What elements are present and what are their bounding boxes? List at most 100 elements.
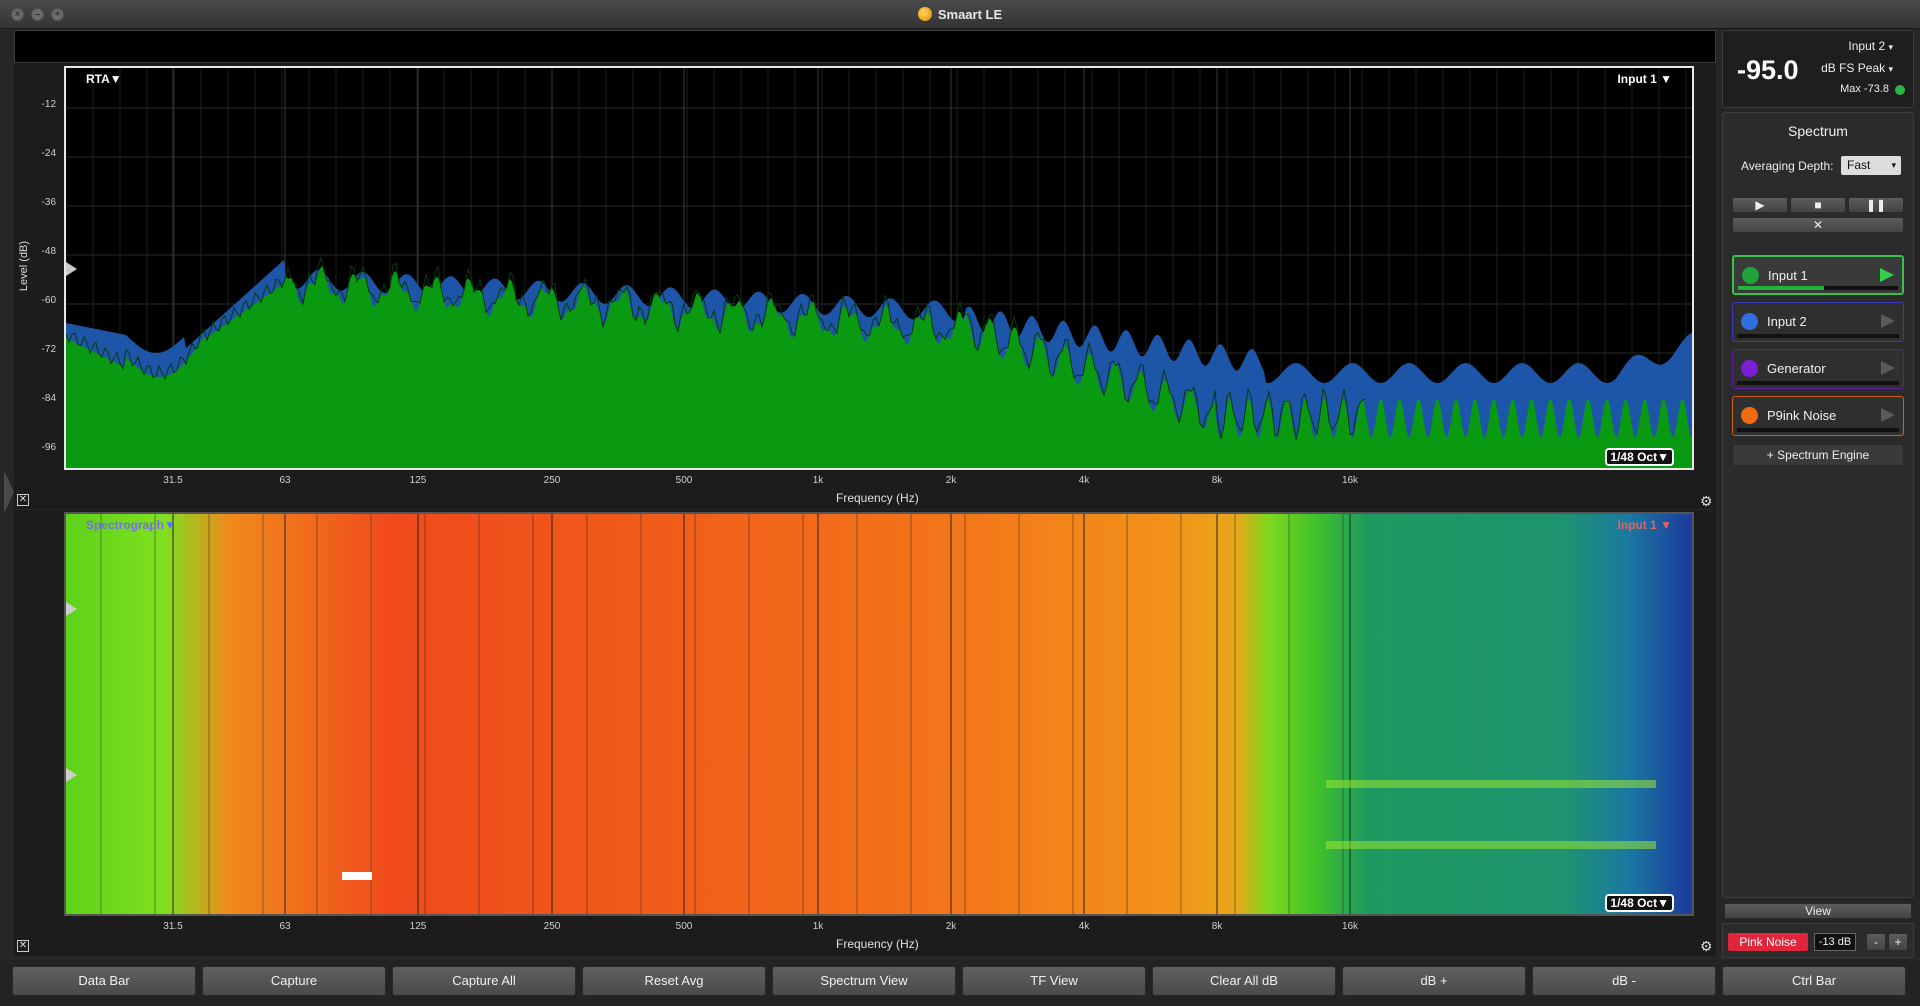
pause-button[interactable]: ❚❚: [1848, 197, 1904, 213]
channel-input-2[interactable]: Input 2: [1732, 302, 1904, 342]
toolbar-button-data-bar[interactable]: Data Bar: [12, 966, 196, 996]
x-tick-label: 31.5: [163, 475, 183, 486]
channel-input-1[interactable]: Input 1: [1732, 255, 1904, 295]
tools-button[interactable]: ✕: [1732, 217, 1904, 233]
x-tick-label: 2k: [945, 475, 957, 486]
channel-color-icon: [1741, 313, 1758, 330]
toolbar-button-db[interactable]: dB +: [1342, 966, 1526, 996]
channel-level-meter: [1737, 381, 1899, 385]
rta-resolution-dropdown[interactable]: 1/48 Oct▼: [1605, 448, 1674, 466]
channel-color-icon: [1742, 267, 1759, 284]
channel-pink-noise[interactable]: P9ink Noise: [1732, 396, 1904, 436]
x-tick-label: 125: [409, 475, 427, 486]
x-tick-label: 8k: [1211, 921, 1223, 932]
view-button[interactable]: View: [1724, 903, 1912, 919]
toolbar-button-spectrum-view[interactable]: Spectrum View: [772, 966, 956, 996]
meter-value: -95.0: [1737, 55, 1799, 85]
toolbar-button-clear-all-db[interactable]: Clear All dB: [1152, 966, 1336, 996]
meter-input-dropdown[interactable]: Input 2 ▾: [1848, 39, 1893, 53]
spectrograph-upper-handle[interactable]: [66, 602, 77, 616]
y-tick-label: -24: [41, 148, 56, 159]
pink-noise-button[interactable]: Pink Noise: [1728, 933, 1808, 951]
smaart-logo-icon: [917, 7, 932, 21]
stop-button[interactable]: ■: [1790, 197, 1846, 213]
spectrograph-lower-handle[interactable]: [66, 768, 77, 782]
rta-input-dropdown[interactable]: Input 1 ▼: [1617, 72, 1672, 86]
spectrograph-band: [1326, 841, 1656, 849]
averaging-depth-select[interactable]: Fast ▾: [1841, 156, 1901, 175]
play-channel-icon[interactable]: [1881, 361, 1895, 375]
x-tick-label: 4k: [1078, 475, 1090, 486]
channel-level-meter: [1738, 286, 1898, 290]
spectrograph-heatmap: [66, 514, 1692, 914]
x-tick-label: 4k: [1078, 921, 1090, 932]
toolbar-button-tf-view[interactable]: TF View: [962, 966, 1146, 996]
play-channel-icon[interactable]: [1881, 408, 1895, 422]
y-tick-label: -48: [41, 246, 56, 257]
y-tick-label: -60: [41, 295, 56, 306]
channel-level-meter: [1737, 334, 1899, 338]
x-tick-label: 125: [409, 921, 427, 932]
toolbar-button-capture[interactable]: Capture: [202, 966, 386, 996]
channel-level-meter: [1737, 428, 1899, 432]
x-tick-label: 16k: [1341, 475, 1359, 486]
meter-unit-dropdown[interactable]: dB FS Peak ▾: [1821, 61, 1893, 75]
add-spectrum-engine-button[interactable]: + Spectrum Engine: [1732, 444, 1904, 466]
x-tick-label: 2k: [945, 921, 957, 932]
x-tick-label: 63: [279, 475, 291, 486]
y-tick-label: -12: [41, 99, 56, 110]
level-meter: -95.0 Input 2 ▾ dB FS Peak ▾ Max -73.8: [1722, 30, 1914, 108]
gear-icon[interactable]: ⚙: [1700, 493, 1713, 510]
spectrograph-highlight: [342, 872, 372, 880]
spectrograph-graph: [66, 514, 1692, 914]
x-tick-label: 250: [543, 475, 561, 486]
spectrograph-input-dropdown[interactable]: Input 1 ▼: [1617, 518, 1672, 532]
y-tick-label: -96: [41, 442, 56, 453]
window-title: Smaart LE: [0, 7, 1920, 22]
close-pane-icon-2[interactable]: ✕: [17, 940, 29, 952]
toolbar-button-db[interactable]: dB -: [1532, 966, 1716, 996]
tools-icon: ✕: [1812, 218, 1824, 232]
play-channel-icon[interactable]: [1880, 268, 1894, 282]
play-button[interactable]: ▶: [1732, 197, 1788, 213]
left-panel-toggle[interactable]: [4, 470, 14, 514]
rta-threshold-handle[interactable]: [66, 262, 77, 276]
spectrograph-resolution-dropdown[interactable]: 1/48 Oct▼: [1605, 894, 1674, 912]
x-tick-label: 63: [279, 921, 291, 932]
level-increase-button[interactable]: +: [1888, 933, 1908, 951]
x-tick-label: 1k: [812, 475, 824, 486]
toolbar-button-ctrl-bar[interactable]: Ctrl Bar: [1722, 966, 1906, 996]
plot-header-strip: [14, 30, 1716, 63]
meter-status-indicator: [1895, 85, 1905, 95]
x-tick-label: 31.5: [163, 921, 183, 932]
x-tick-label: 250: [543, 921, 561, 932]
rta-x-axis-label: Frequency (Hz): [836, 491, 919, 505]
channel-generator[interactable]: Generator: [1732, 349, 1904, 389]
meter-max: Max -73.8: [1840, 83, 1889, 95]
channel-color-icon: [1741, 407, 1758, 424]
input-1-spectrum: [66, 266, 1692, 468]
toolbar-button-capture-all[interactable]: Capture All: [392, 966, 576, 996]
x-tick-label: 500: [675, 475, 693, 486]
close-pane-icon[interactable]: ✕: [17, 494, 29, 506]
spectrograph-x-axis-label: Frequency (Hz): [836, 937, 919, 951]
rta-plot[interactable]: RTA▼ Input 1 ▼ 1/48 Oct▼: [64, 66, 1694, 470]
level-decrease-button[interactable]: -: [1866, 933, 1886, 951]
x-tick-label: 8k: [1211, 475, 1223, 486]
averaging-depth-label: Averaging Depth:: [1741, 159, 1834, 173]
spectrograph-band: [1326, 780, 1656, 788]
rta-mode-dropdown[interactable]: RTA▼: [86, 72, 122, 86]
rta-spectrum-graph: [66, 68, 1692, 468]
y-tick-label: -36: [41, 197, 56, 208]
rta-y-axis-label: Level (dB): [18, 240, 30, 292]
spectrum-panel-title: Spectrum: [1788, 123, 1848, 139]
y-tick-label: -84: [41, 393, 56, 404]
spectrograph-plot[interactable]: Spectrograph▼ Input 1 ▼ 1/48 Oct▼: [64, 512, 1694, 916]
y-tick-label: -72: [41, 344, 56, 355]
gear-icon-2[interactable]: ⚙: [1700, 938, 1713, 955]
play-channel-icon[interactable]: [1881, 314, 1895, 328]
title-bar: × – + Smaart LE: [0, 0, 1920, 29]
spectrograph-mode-dropdown[interactable]: Spectrograph▼: [86, 518, 176, 532]
x-tick-label: 500: [675, 921, 693, 932]
toolbar-button-reset-avg[interactable]: Reset Avg: [582, 966, 766, 996]
